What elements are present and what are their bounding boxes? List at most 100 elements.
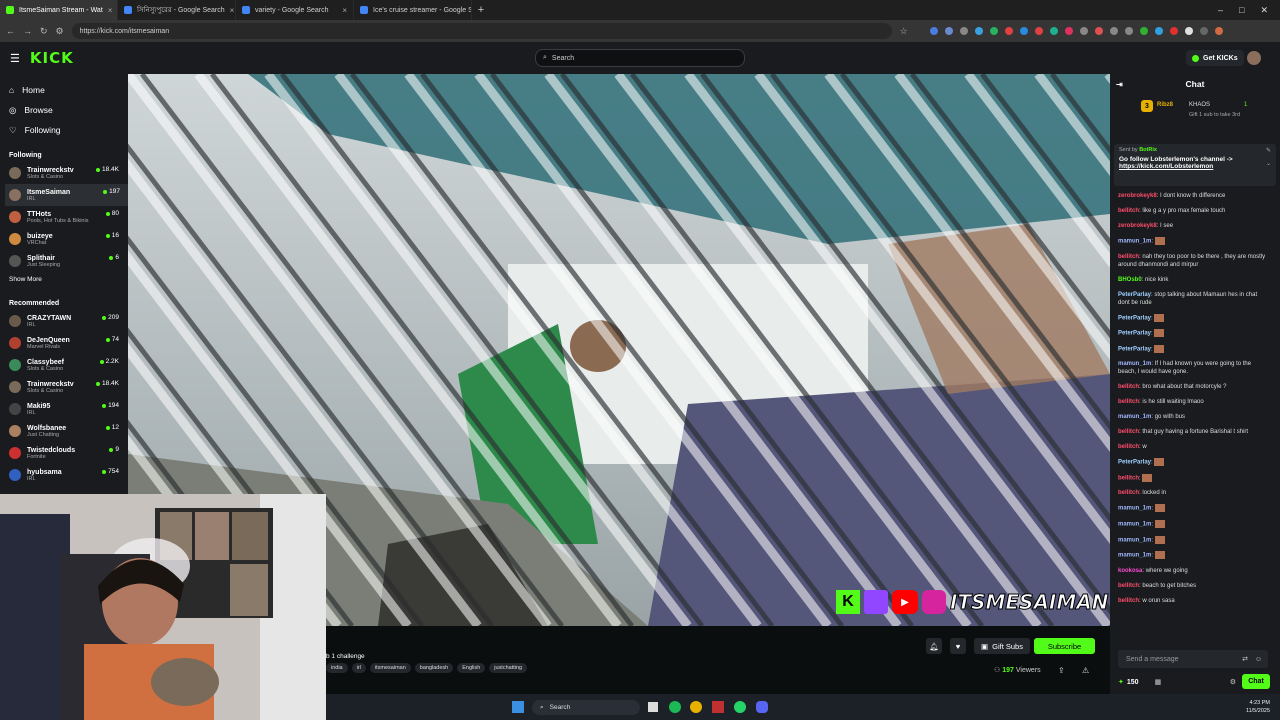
extension-icon[interactable]: [974, 27, 983, 35]
chat-username[interactable]: bellitch: [1118, 490, 1139, 496]
url-field[interactable]: https://kick.com/itsmesaiman: [71, 23, 892, 39]
extension-icon[interactable]: [1184, 27, 1193, 35]
chat-username[interactable]: PeterParlay: [1118, 460, 1151, 466]
chat-username[interactable]: bellitch: [1118, 208, 1139, 214]
extensions-menu-icon[interactable]: [1199, 27, 1208, 35]
collapse-chat-icon[interactable]: ⇥: [1116, 80, 1123, 89]
channel-item[interactable]: Splithair Just Sleeping 6: [9, 250, 128, 272]
maximize-icon[interactable]: □: [1239, 5, 1244, 16]
close-window-icon[interactable]: ✕: [1260, 5, 1268, 16]
channel-item[interactable]: Maki95 IRL 194: [9, 398, 128, 420]
channel-item[interactable]: buizeye VRChat 16: [9, 228, 128, 250]
subscribe-button[interactable]: Subscribe: [1034, 638, 1095, 654]
chevron-down-icon[interactable]: ⌄: [1266, 160, 1271, 167]
profile-icon[interactable]: [1214, 27, 1223, 35]
tag-chip[interactable]: English: [457, 663, 486, 673]
channel-item[interactable]: Twistedclouds Fortnite 9: [9, 442, 128, 464]
chat-username[interactable]: bellitch: [1118, 384, 1139, 390]
channel-item[interactable]: Trainwreckstv Slots & Casino 18.4K: [9, 376, 128, 398]
tag-chip[interactable]: itsmesaiman: [369, 663, 411, 673]
nav-item[interactable]: ♡ Following: [9, 120, 128, 140]
chat-username[interactable]: bellitch: [1118, 429, 1139, 435]
app-icon[interactable]: [712, 701, 724, 713]
extension-icon[interactable]: [1109, 27, 1118, 35]
tag-chip[interactable]: bangladesh: [414, 663, 454, 673]
nav-item[interactable]: ◎ Browse: [9, 100, 128, 120]
chat-username[interactable]: bellitch: [1118, 598, 1139, 604]
channel-item[interactable]: Wolfsbanee Just Chatting 12: [9, 420, 128, 442]
points-value[interactable]: 150: [1127, 679, 1139, 686]
chat-username[interactable]: mamun_1m: [1118, 506, 1151, 512]
close-tab-icon[interactable]: ×: [230, 6, 235, 15]
chat-username[interactable]: PeterParlay: [1118, 292, 1151, 298]
follow-heart-button[interactable]: ♥: [950, 638, 966, 654]
channel-item[interactable]: hyubsama IRL 754: [9, 464, 128, 486]
notification-bell-button[interactable]: 🔔︎: [926, 638, 942, 654]
extension-icon[interactable]: [1064, 27, 1073, 35]
minimize-icon[interactable]: –: [1218, 5, 1223, 16]
browser-tab[interactable]: Ice's cruise streamer - Google S×: [354, 0, 472, 20]
forward-icon[interactable]: →: [23, 26, 32, 36]
chat-input[interactable]: Send a message ⇄ ☺: [1118, 650, 1268, 668]
commands-icon[interactable]: ⇄: [1242, 655, 1248, 663]
spotify-icon[interactable]: [669, 701, 681, 713]
chat-username[interactable]: bellitch: [1118, 475, 1139, 481]
kick-logo[interactable]: KICK: [30, 49, 74, 67]
channel-item[interactable]: CRAZYTAWN IRL 209: [9, 310, 128, 332]
new-tab-button[interactable]: +: [472, 4, 490, 16]
tag-chip[interactable]: irl: [351, 663, 366, 673]
chat-username[interactable]: mamun_1m: [1118, 522, 1151, 528]
channel-item[interactable]: Classybeef Slots & Casino 2.2K: [9, 354, 128, 376]
channel-item[interactable]: DeJenQueen Marvel Rivals 74: [9, 332, 128, 354]
extension-icon[interactable]: [1034, 27, 1043, 35]
pinned-link[interactable]: https://kick.com/Lobsterlemon: [1119, 163, 1271, 170]
browser-tab[interactable]: ItsmeSaiman Stream - Wat ×: [0, 0, 118, 20]
chat-username[interactable]: bellitch: [1118, 399, 1139, 405]
extension-icon[interactable]: [1124, 27, 1133, 35]
chat-username[interactable]: mamun_1m: [1118, 414, 1151, 420]
chat-username[interactable]: bellitch: [1118, 583, 1139, 589]
extension-icon[interactable]: [1169, 27, 1178, 35]
close-tab-icon[interactable]: ×: [342, 6, 347, 15]
extension-icon[interactable]: [1139, 27, 1148, 35]
menu-icon[interactable]: ☰: [10, 52, 20, 65]
tag-chip[interactable]: justchatting: [489, 663, 528, 673]
gift-subs-button[interactable]: ▣ Gift Subs: [974, 638, 1030, 654]
show-more-link[interactable]: Show More: [9, 276, 128, 288]
back-icon[interactable]: ←: [6, 26, 15, 36]
taskbar-search[interactable]: ⌕ Search: [532, 700, 640, 715]
chat-username[interactable]: PeterParlay: [1118, 346, 1151, 352]
site-info-icon[interactable]: ⚙: [56, 26, 64, 37]
chrome-icon[interactable]: [690, 701, 702, 713]
chat-username[interactable]: bellitch: [1118, 444, 1139, 450]
extension-icon[interactable]: [1154, 27, 1163, 35]
chat-username[interactable]: PeterParlay: [1118, 315, 1151, 321]
chat-username[interactable]: bellitch: [1118, 254, 1139, 260]
search-input[interactable]: ⌕ Search: [535, 49, 745, 67]
get-kicks-button[interactable]: Get KICKs: [1186, 50, 1244, 66]
close-tab-icon[interactable]: ×: [108, 6, 113, 15]
extension-icon[interactable]: [959, 27, 968, 35]
chat-username[interactable]: PeterParlay: [1118, 331, 1151, 337]
channel-item[interactable]: Trainwreckstv Slots & Casino 18.4K: [9, 162, 128, 184]
chat-username[interactable]: mamun_1m: [1118, 239, 1151, 245]
extension-icon[interactable]: [989, 27, 998, 35]
user-avatar[interactable]: [1247, 51, 1261, 65]
chat-settings-icon[interactable]: ⚙: [1230, 678, 1236, 686]
emoji-icon[interactable]: ☺: [1255, 656, 1262, 663]
reload-icon[interactable]: ↻: [40, 26, 48, 37]
unpin-icon[interactable]: ✎: [1266, 147, 1271, 154]
chat-username[interactable]: kookosa: [1118, 568, 1142, 574]
extension-icon[interactable]: [1049, 27, 1058, 35]
chat-username[interactable]: BHOsb0: [1118, 277, 1142, 283]
browser-tab[interactable]: সিনিস্যুপুরের - Google Search ×: [118, 0, 236, 20]
extension-icon[interactable]: [1079, 27, 1088, 35]
system-clock[interactable]: 4:23 PM 11/5/2025: [1246, 699, 1270, 715]
extension-icon[interactable]: [1019, 27, 1028, 35]
whatsapp-icon[interactable]: [734, 701, 746, 713]
extension-icon[interactable]: [1094, 27, 1103, 35]
send-chat-button[interactable]: Chat: [1242, 674, 1270, 689]
chat-username[interactable]: zerobrokeyk8: [1118, 223, 1157, 229]
nav-item[interactable]: ⌂ Home: [9, 80, 128, 100]
browser-tab[interactable]: variety - Google Search ×: [236, 0, 354, 20]
